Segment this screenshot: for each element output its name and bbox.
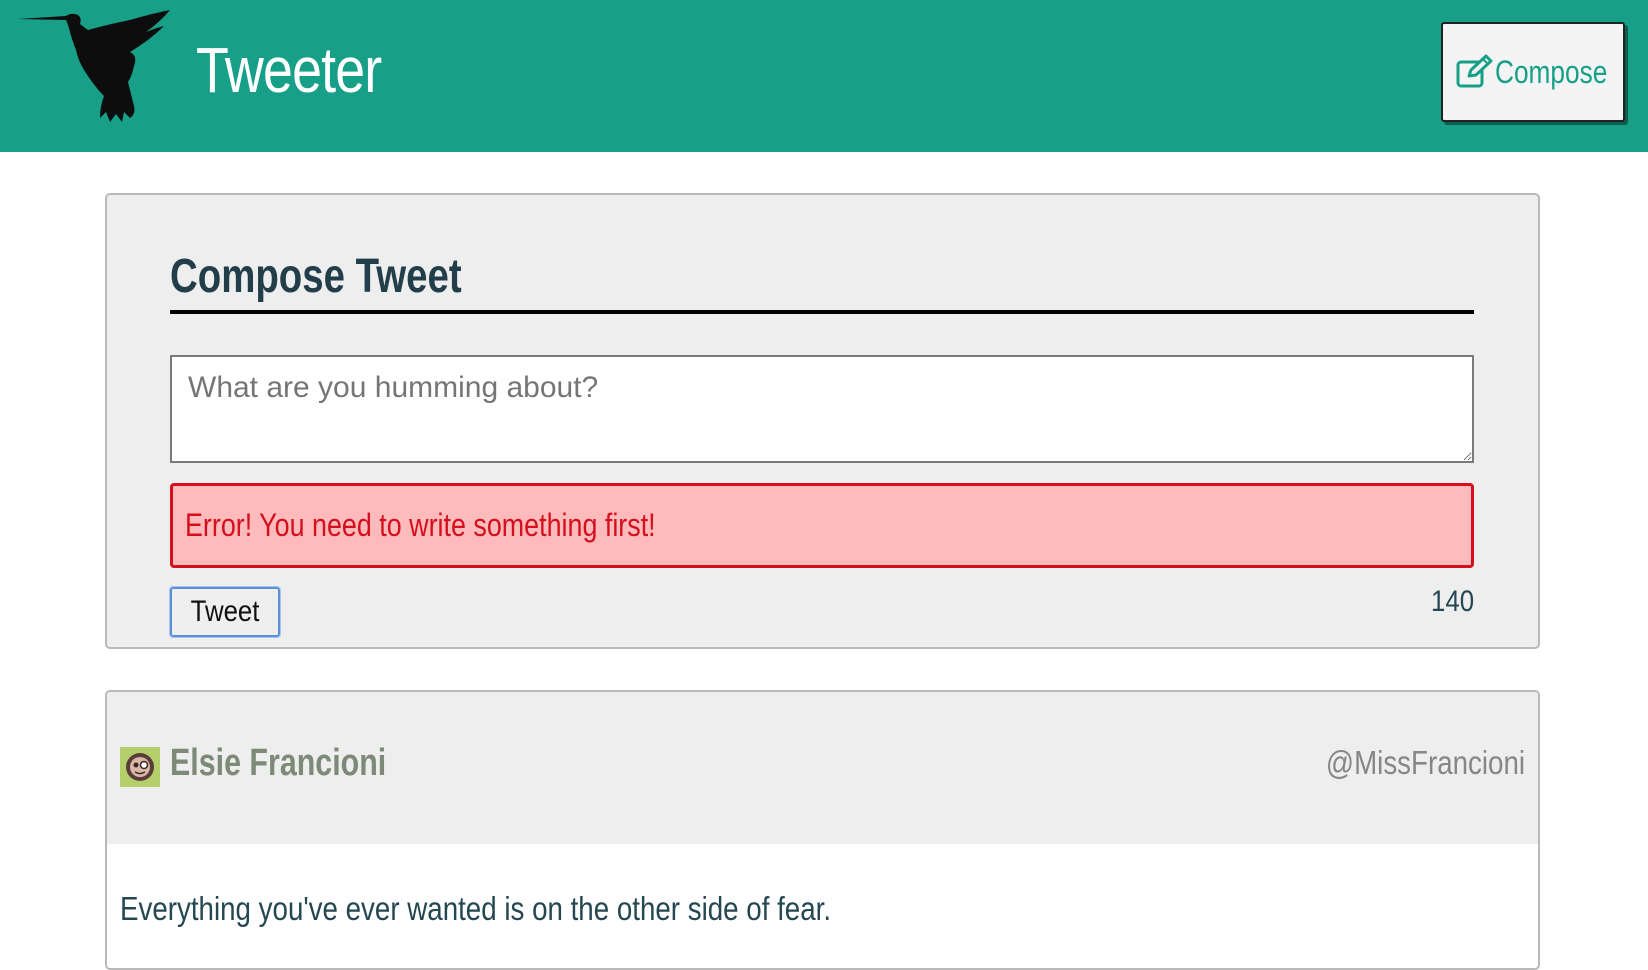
compose-panel: Compose Tweet Error! You need to write s… [105, 193, 1540, 649]
tweet-button-label: Tweet [190, 595, 260, 628]
tweet-input[interactable] [170, 355, 1474, 463]
error-text: Error! You need to write something first… [185, 507, 656, 543]
edit-icon [1456, 54, 1493, 88]
tweet-author-handle: @MissFrancioni [1325, 744, 1525, 781]
compose-button[interactable]: Compose [1441, 22, 1625, 122]
tweet-header: Elsie Francioni @MissFrancioni [107, 692, 1538, 844]
top-nav: Tweeter Compose [0, 0, 1648, 152]
avatar-icon [120, 747, 160, 787]
title-divider [170, 310, 1474, 314]
tweet-button[interactable]: Tweet [169, 586, 281, 638]
compose-title: Compose Tweet [170, 250, 462, 303]
error-message: Error! You need to write something first… [170, 483, 1474, 568]
compose-button-label: Compose [1494, 53, 1607, 90]
app-title: Tweeter [196, 34, 382, 106]
char-counter: 140 [1430, 585, 1474, 618]
tweet-text: Everything you've ever wanted is on the … [120, 890, 832, 927]
tweet-author-name: Elsie Francioni [170, 742, 387, 784]
tweet-card: Elsie Francioni @MissFrancioni Everythin… [105, 690, 1540, 970]
hummingbird-icon [18, 10, 170, 122]
